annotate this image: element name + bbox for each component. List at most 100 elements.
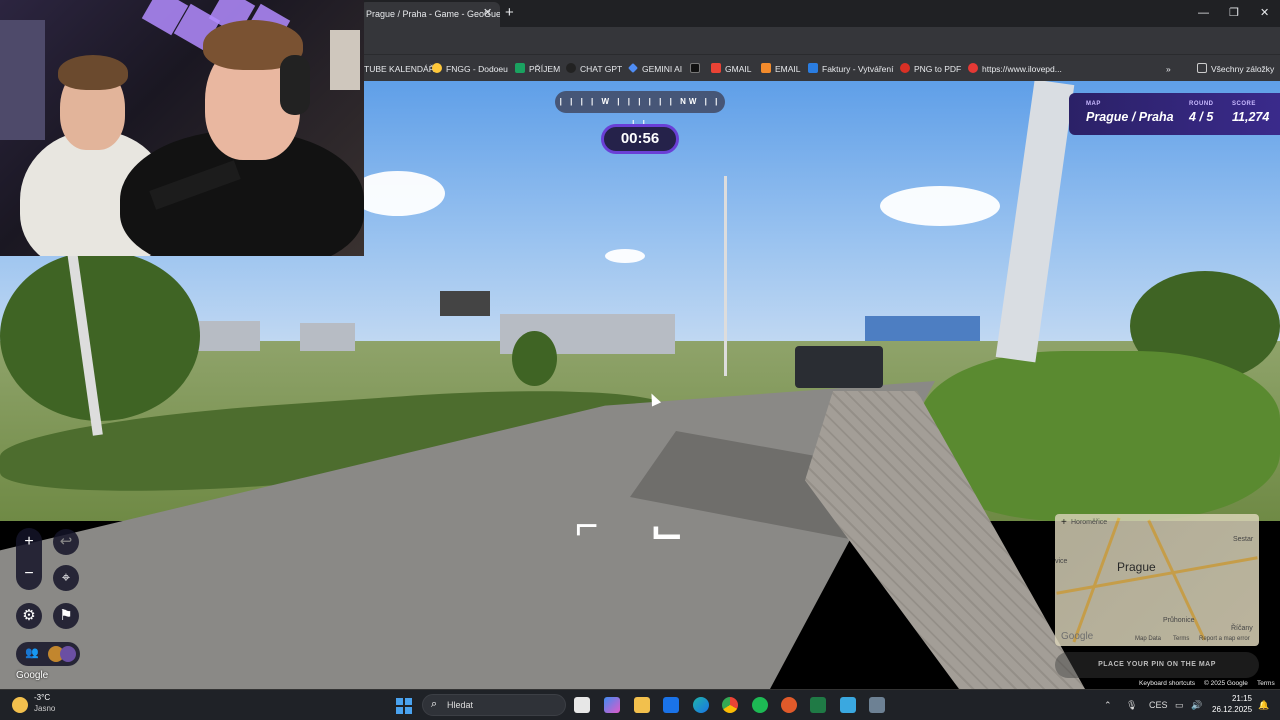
round-timer: 00:56 [601, 124, 679, 154]
show-hidden-icons-icon[interactable]: ⌃ [1104, 698, 1112, 712]
undo-move-button[interactable]: ↩ [53, 529, 79, 555]
score-value: 11,274 [1232, 110, 1270, 124]
settings-button[interactable]: ⚙ [16, 603, 42, 629]
terms-link[interactable]: Terms [1254, 679, 1278, 689]
map-place-label: Říčany [1231, 625, 1253, 632]
guess-button[interactable]: PLACE YOUR PIN ON THE MAP [1055, 652, 1259, 678]
avatar [60, 646, 76, 662]
close-window-icon[interactable]: ✕ [1260, 5, 1269, 21]
bookmark-item[interactable]: GMAIL [711, 62, 751, 76]
map-place-label: Sestar [1233, 536, 1254, 543]
map-terms-link[interactable]: Terms [1173, 636, 1189, 642]
cloud [350, 171, 445, 216]
windows-taskbar: -3°C Jasno ⌕ Hledat ⌃ 🎙 CES ▭ 🔊 21:15 26… [0, 689, 1280, 720]
zoom-in-button[interactable]: + [16, 529, 42, 555]
weather-condition[interactable]: Jasno [34, 704, 55, 714]
new-tab-button[interactable]: + [505, 4, 514, 22]
search-placeholder: Hledat [447, 700, 474, 710]
move-arrow-right-icon[interactable]: ⌙ [650, 511, 684, 551]
bookmark-icon [900, 63, 910, 73]
bookmark-item[interactable] [690, 62, 704, 76]
chrome-icon[interactable] [722, 697, 738, 713]
flag-checkpoint-button[interactable]: ⚑ [53, 603, 79, 629]
edge-icon[interactable] [693, 697, 709, 713]
map-city-label: Prague [1117, 560, 1156, 574]
folder-icon [1197, 63, 1207, 73]
bookmarks-overflow-icon[interactable]: » [1166, 62, 1171, 76]
tab-geoguessr[interactable]: Prague / Praha - Game - GeoGuessr [360, 2, 500, 27]
clock-date: 26.12.2025 [1212, 705, 1253, 714]
excel-icon[interactable] [810, 697, 826, 713]
map-place-label: Průhonice [1163, 617, 1195, 624]
bookmark-icon [761, 63, 771, 73]
spotify-icon[interactable] [752, 697, 768, 713]
weather-temperature[interactable]: -3°C [34, 693, 50, 703]
street-lamp [724, 176, 727, 376]
webcam-overlay [0, 0, 364, 256]
clock-time: 21:15 [1231, 694, 1252, 703]
copilot-icon[interactable] [604, 697, 620, 713]
map-value: Prague / Praha [1086, 110, 1174, 124]
app-icon[interactable] [781, 697, 797, 713]
bookmark-item[interactable]: CHAT GPT [566, 62, 622, 76]
return-to-start-button[interactable]: ⌖ [53, 565, 79, 591]
calculator-icon[interactable] [869, 697, 885, 713]
minimize-icon[interactable]: — [1198, 5, 1209, 21]
notifications-icon[interactable]: 🔔 [1258, 698, 1269, 712]
compass-west: W [601, 97, 613, 106]
keyboard-shortcuts-link[interactable]: Keyboard shortcuts [1136, 679, 1199, 689]
compass: | | | | W | | | | | | NW | | | | [555, 91, 725, 128]
score-label: SCORE [1232, 101, 1256, 107]
users-icon: 👥 [25, 647, 39, 659]
map-label: MAP [1086, 101, 1101, 107]
microphone-icon[interactable]: 🎙 [1126, 698, 1137, 712]
taskbar-search[interactable]: ⌕ Hledat [422, 694, 566, 716]
volume-icon[interactable]: 🔊 [1191, 698, 1202, 712]
bookmark-icon [432, 63, 442, 73]
round-value: 4 / 5 [1189, 110, 1214, 124]
bookmark-item[interactable]: GEMINI AI [628, 62, 682, 76]
zoom-out-button[interactable]: − [16, 561, 42, 587]
bookmark-item[interactable]: TUBE KALENDÁŘ [364, 62, 435, 76]
tab-title: Prague / Praha - Game - GeoGuessr [366, 9, 500, 19]
notepad-icon[interactable] [840, 697, 856, 713]
headphones [280, 55, 310, 115]
move-arrow-left-icon[interactable]: ⌐ [575, 506, 598, 546]
cloud [605, 249, 645, 263]
bookmark-item[interactable]: EMAIL [761, 62, 801, 76]
map-google-logo: Google [1061, 631, 1094, 642]
bookmark-item[interactable]: FNGG - Dodoeu [432, 62, 508, 76]
moon-weather-icon[interactable] [12, 697, 28, 713]
shelf [0, 20, 45, 140]
tree [512, 331, 557, 386]
windows-start-button[interactable] [396, 698, 412, 714]
bookmark-icon [968, 63, 978, 73]
file-explorer-icon[interactable] [634, 697, 650, 713]
building [300, 323, 355, 351]
pickup-truck [795, 346, 883, 388]
all-bookmarks[interactable]: Všechny záložky [1197, 62, 1274, 76]
maximize-icon[interactable]: ❐ [1229, 5, 1239, 21]
bookmark-item[interactable]: https://www.ilovepd... [968, 62, 1062, 76]
round-label: ROUND [1189, 101, 1214, 107]
party-members[interactable]: 👥 [16, 642, 80, 666]
map-zoom-in-icon[interactable]: + [1061, 517, 1067, 528]
europark-building [865, 316, 980, 341]
wall-poster [330, 30, 360, 90]
network-icon[interactable]: ▭ [1175, 698, 1184, 712]
tab-close-icon[interactable]: ✕ [483, 6, 492, 20]
guess-minimap[interactable]: + Horoměřice Sestar Prague Průhonice Říč… [1055, 514, 1259, 646]
map-report-link[interactable]: Report a map error [1199, 636, 1250, 642]
task-view-icon[interactable] [574, 697, 590, 713]
bookmark-icon [566, 63, 576, 73]
bookmark-item[interactable]: PNG to PDF [900, 62, 961, 76]
map-data-link[interactable]: Map Data [1135, 636, 1161, 642]
system-clock[interactable]: 21:15 26.12.2025 [1212, 693, 1252, 715]
outlook-icon[interactable] [663, 697, 679, 713]
bookmark-item[interactable]: PŘÍJEM [515, 62, 560, 76]
bookmark-icon [515, 63, 525, 73]
copyright-text: © 2025 Google [1201, 679, 1251, 689]
language-indicator[interactable]: CES [1149, 698, 1168, 712]
bookmark-item[interactable]: Faktury - Vytváření [808, 62, 893, 76]
map-place-label: Horoměřice [1071, 519, 1108, 526]
